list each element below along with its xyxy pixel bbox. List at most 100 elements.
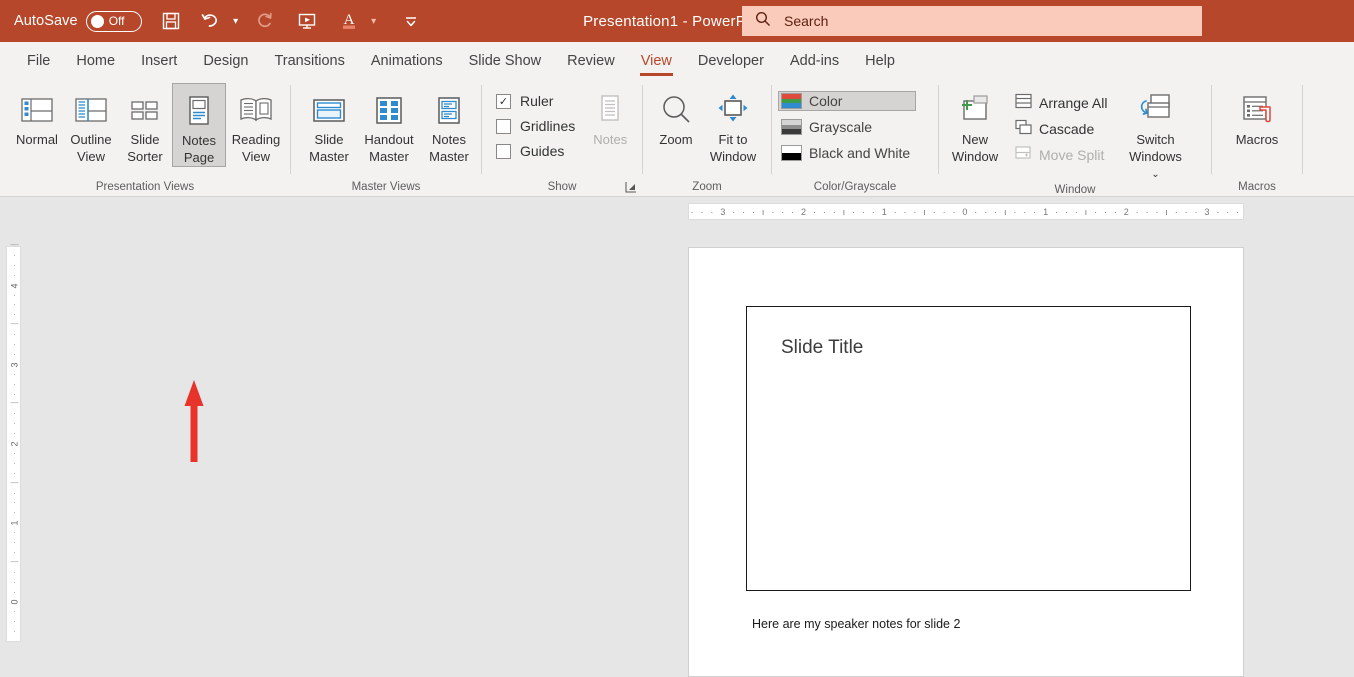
group-label-master-views: Master Views: [291, 177, 481, 196]
tab-animations[interactable]: Animations: [358, 42, 456, 79]
slide-sorter-button[interactable]: Slide Sorter: [118, 83, 172, 165]
cascade-item[interactable]: Cascade: [1015, 119, 1107, 138]
normal-view-icon: [20, 89, 54, 131]
ruler-label: Ruler: [520, 93, 553, 109]
tab-add-ins[interactable]: Add-ins: [777, 42, 852, 79]
vruler-minor-tick: ·: [7, 539, 22, 545]
tab-transitions[interactable]: Transitions: [261, 42, 357, 79]
switch-windows-icon: [1135, 89, 1175, 131]
start-from-beginning-icon[interactable]: [290, 4, 324, 38]
search-box[interactable]: Search: [742, 6, 1202, 36]
customize-qat-caret[interactable]: [394, 4, 428, 38]
tab-design[interactable]: Design: [190, 42, 261, 79]
tab-insert[interactable]: Insert: [128, 42, 190, 79]
slide-title-text[interactable]: Slide Title: [781, 337, 863, 359]
notes-button: Notes: [583, 83, 637, 148]
macros-button[interactable]: Macros: [1227, 83, 1287, 148]
black-white-swatch-icon: [781, 145, 802, 161]
dialog-launcher-icon[interactable]: [624, 180, 638, 194]
slide-master-label2: Master: [309, 149, 349, 165]
handout-master-button[interactable]: Handout Master: [359, 83, 419, 165]
slide-master-icon: [311, 89, 347, 131]
outline-view-button[interactable]: Outline View: [64, 83, 118, 165]
title-bar: AutoSave Off ▾ A ▾ Presentation1 - Power…: [0, 0, 1354, 42]
vruler-minor-tick: ·: [7, 381, 22, 387]
ruler-checkbox[interactable]: ✓: [496, 94, 511, 109]
slide-master-label: Slide: [315, 132, 344, 148]
gridlines-checkbox-row[interactable]: Gridlines: [496, 118, 575, 134]
vruler-minor-tick: ·: [7, 549, 22, 555]
slide-master-button[interactable]: Slide Master: [299, 83, 359, 165]
group-label-macros: Macros: [1212, 177, 1302, 196]
vruler-minor-tick: ·: [7, 301, 22, 307]
fit-to-window-button[interactable]: Fit to Window: [703, 83, 763, 165]
new-window-label2: Window: [952, 149, 998, 165]
color-mode-black-white-label: Black and White: [809, 145, 910, 161]
notes-master-label2: Master: [429, 149, 469, 165]
tab-home[interactable]: Home: [63, 42, 128, 79]
arrange-all-icon: [1015, 93, 1032, 112]
move-split-item: Move Split: [1015, 145, 1107, 164]
macros-icon: [1238, 89, 1276, 131]
vruler-major-tick: —: [7, 242, 22, 248]
save-icon[interactable]: [154, 4, 188, 38]
slide-thumbnail-placeholder[interactable]: Slide Title: [746, 306, 1191, 591]
fit-to-window-label2: Window: [710, 149, 756, 165]
guides-checkbox[interactable]: [496, 144, 511, 159]
color-mode-grayscale[interactable]: Grayscale: [778, 117, 916, 137]
ruler-checkbox-row[interactable]: ✓ Ruler: [496, 93, 575, 109]
cascade-icon: [1015, 119, 1032, 138]
color-mode-black-white[interactable]: Black and White: [778, 143, 916, 163]
reading-view-label2: View: [242, 149, 270, 165]
tab-file[interactable]: File: [14, 42, 63, 79]
move-split-label: Move Split: [1039, 147, 1104, 163]
vruler-major-tick: —: [7, 400, 22, 406]
group-label-window: Window: [939, 183, 1211, 196]
normal-view-button[interactable]: Normal: [10, 83, 64, 148]
autosave-label: AutoSave: [14, 13, 78, 29]
guides-label: Guides: [520, 143, 564, 159]
tab-developer[interactable]: Developer: [685, 42, 777, 79]
arrange-all-label: Arrange All: [1039, 95, 1107, 111]
vertical-ruler[interactable]: —···4···—···3···—···2···—···1···—···0···: [6, 246, 21, 642]
color-mode-color-label: Color: [809, 93, 842, 109]
zoom-button[interactable]: Zoom: [649, 83, 703, 148]
color-mode-color[interactable]: Color: [778, 91, 916, 111]
gridlines-checkbox[interactable]: [496, 119, 511, 134]
undo-icon[interactable]: [194, 4, 228, 38]
notes-page-canvas[interactable]: Slide Title Here are my speaker notes fo…: [688, 247, 1244, 677]
autosave-toggle[interactable]: Off: [86, 11, 142, 32]
reading-view-icon: [237, 89, 275, 131]
tab-help[interactable]: Help: [852, 42, 908, 79]
arrange-all-item[interactable]: Arrange All: [1015, 93, 1107, 112]
switch-windows-button[interactable]: Switch Windows ⌄: [1125, 83, 1185, 183]
window-command-list: Arrange All Cascade Move Split: [1011, 83, 1107, 164]
notes-page-icon: [182, 90, 216, 132]
vruler-minor-tick: ·: [7, 499, 22, 505]
font-color-caret[interactable]: ▾: [366, 4, 382, 38]
reading-view-button[interactable]: Reading View: [226, 83, 286, 165]
notes-page-label2: Page: [184, 150, 214, 166]
notes-page-button[interactable]: Notes Page: [172, 83, 226, 167]
vruler-major-tick: —: [7, 559, 22, 565]
vruler-minor-tick: ·: [7, 252, 22, 258]
reading-view-label: Reading: [232, 132, 280, 148]
speaker-notes-text[interactable]: Here are my speaker notes for slide 2: [752, 617, 960, 631]
horizontal-ruler[interactable]: · ı · · · 3 · · · ı · · · 2 · · · ı · · …: [688, 203, 1244, 220]
vruler-minor-tick: ·: [7, 460, 22, 466]
vruler-minor-tick: ·: [7, 262, 22, 268]
tab-review[interactable]: Review: [554, 42, 628, 79]
tab-view[interactable]: View: [628, 42, 685, 79]
new-window-button[interactable]: New Window: [945, 83, 1005, 165]
tab-slide-show[interactable]: Slide Show: [456, 42, 555, 79]
font-color-icon[interactable]: A: [332, 4, 366, 38]
color-mode-list: Color Grayscale Black and White: [772, 83, 916, 163]
notes-master-button[interactable]: Notes Master: [419, 83, 479, 165]
vruler-minor-tick: ·: [7, 331, 22, 337]
undo-dropdown-caret[interactable]: ▾: [228, 4, 244, 38]
color-mode-grayscale-label: Grayscale: [809, 119, 872, 135]
vruler-minor-tick: ·: [7, 618, 22, 624]
new-window-label: New: [962, 132, 988, 148]
guides-checkbox-row[interactable]: Guides: [496, 143, 575, 159]
switch-windows-label: Switch: [1136, 132, 1174, 148]
